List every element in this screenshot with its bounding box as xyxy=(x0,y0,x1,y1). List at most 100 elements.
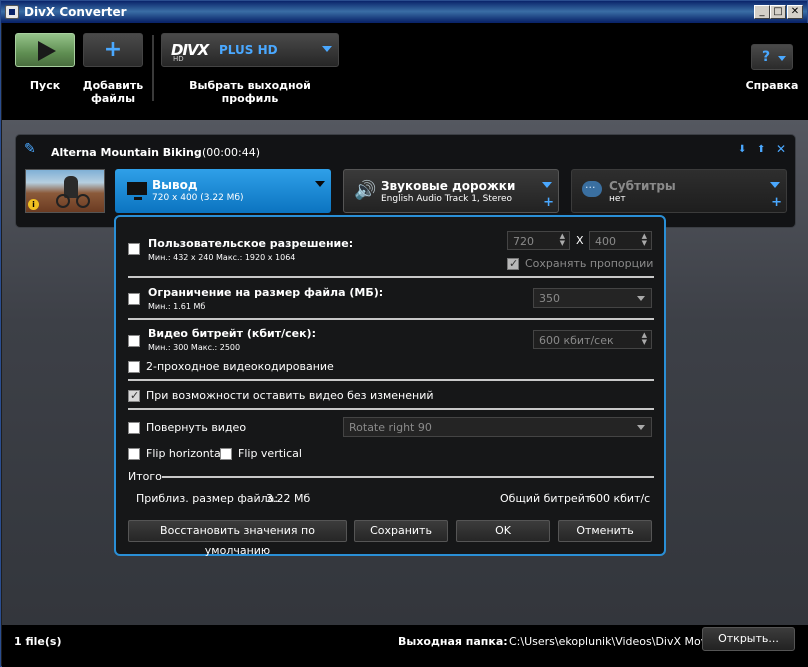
tab-audio[interactable]: 🔊 Звуковые дорожки English Audio Track 1… xyxy=(343,169,559,213)
chevron-down-icon xyxy=(770,182,780,188)
height-input[interactable]: 400 ▲ ▼ xyxy=(589,231,652,250)
custom-resolution-label: Пользовательское разрешение: xyxy=(148,237,354,250)
app-icon xyxy=(5,5,19,19)
rotate-checkbox[interactable] xyxy=(128,422,140,434)
add-files-button[interactable]: + xyxy=(83,33,143,67)
close-button[interactable]: ✕ xyxy=(787,5,803,19)
rotate-select[interactable]: Rotate right 90 xyxy=(343,417,652,437)
add-files-label-1: Добавить xyxy=(82,79,144,92)
size-limit-select[interactable]: 350 xyxy=(533,288,652,308)
help-label: Справка xyxy=(745,79,799,92)
profile-label: Выбрать выходной профиль xyxy=(189,79,311,105)
remove-icon[interactable]: ✕ xyxy=(776,142,786,156)
spinner-icon[interactable]: ▲ ▼ xyxy=(642,233,647,247)
file-count: 1 file(s) xyxy=(14,635,62,648)
plus-icon: + xyxy=(103,37,123,62)
pencil-icon[interactable]: ✎ xyxy=(24,141,36,157)
cancel-button[interactable]: Отменить xyxy=(558,520,652,542)
divider xyxy=(162,476,654,478)
divider xyxy=(128,379,654,381)
chevron-down-icon xyxy=(637,296,645,301)
size-limit-hint: Мин.: 1.61 Мб xyxy=(148,302,206,311)
chevron-down-icon xyxy=(637,425,645,430)
play-icon xyxy=(38,41,56,61)
ok-button[interactable]: OK xyxy=(456,520,550,542)
chevron-down-icon xyxy=(322,46,332,52)
divider xyxy=(128,318,654,320)
divider xyxy=(128,408,654,410)
speaker-icon: 🔊 xyxy=(354,180,377,201)
toolbar: Пуск + Добавить файлы DIVX HD PLUS HD Вы… xyxy=(2,23,808,120)
keep-unchanged-checkbox[interactable] xyxy=(128,389,140,402)
total-bitrate-label: Общий битрейт: xyxy=(500,492,595,505)
info-icon[interactable]: i xyxy=(28,199,39,210)
help-icon: ? xyxy=(762,49,771,65)
tab-output-label: Вывод xyxy=(152,178,198,192)
play-label: Пуск xyxy=(29,79,61,92)
tab-output-sub: 720 x 400 (3.22 Мб) xyxy=(152,193,244,203)
flip-vertical-checkbox[interactable] xyxy=(220,448,232,460)
two-pass-label: 2-проходное видеокодирование xyxy=(146,360,334,373)
output-profile-dropdown[interactable]: DIVX HD PLUS HD xyxy=(161,33,339,67)
size-limit-label: Ограничение на размер файла (МБ): xyxy=(148,286,384,299)
chevron-down-icon xyxy=(778,56,786,61)
spinner-icon[interactable]: ▲ ▼ xyxy=(642,332,647,346)
move-top-icon[interactable]: ⬆ xyxy=(757,144,765,155)
title-bar: DivX Converter _ □ ✕ xyxy=(1,1,807,23)
play-button[interactable] xyxy=(15,33,75,67)
chevron-down-icon xyxy=(542,182,552,188)
keep-aspect-checkbox[interactable] xyxy=(507,257,519,270)
add-audio-icon[interactable]: + xyxy=(543,195,554,210)
chevron-down-icon xyxy=(315,181,325,187)
video-thumbnail[interactable]: i xyxy=(25,169,105,213)
minimize-button[interactable]: _ xyxy=(754,5,770,19)
tab-subtitles-sub: нет xyxy=(609,194,626,204)
window-title: DivX Converter xyxy=(24,5,127,19)
maximize-button[interactable]: □ xyxy=(770,5,786,19)
spinner-icon[interactable]: ▲ ▼ xyxy=(560,233,565,247)
size-limit-checkbox[interactable] xyxy=(128,293,140,305)
keep-unchanged-label: При возможности оставить видео без измен… xyxy=(146,389,434,402)
flip-vertical-label: Flip vertical xyxy=(238,447,302,460)
job-title: Alterna Mountain Biking xyxy=(51,146,202,159)
profile-name: PLUS HD xyxy=(219,43,278,57)
bitrate-checkbox[interactable] xyxy=(128,335,140,347)
save-button[interactable]: Сохранить xyxy=(354,520,448,542)
output-folder-path: C:\Users\ekoplunik\Videos\DivX Movies xyxy=(509,635,723,648)
tab-subtitles[interactable]: Субтитры нет + xyxy=(571,169,787,213)
job-panel: ✎ Alterna Mountain Biking (00:00:44) ⬇ ⬆… xyxy=(15,134,796,228)
reset-defaults-button[interactable]: Восстановить значения по умолчанию xyxy=(128,520,347,557)
toolbar-divider xyxy=(152,35,154,101)
rotate-label: Повернуть видео xyxy=(146,421,247,434)
add-subtitle-icon[interactable]: + xyxy=(771,195,782,210)
job-duration: (00:00:44) xyxy=(202,146,260,159)
bitrate-label: Видео битрейт (кбит/сек): xyxy=(148,327,316,340)
help-button[interactable]: ? xyxy=(751,44,793,70)
flip-horizontal-checkbox[interactable] xyxy=(128,448,140,460)
two-pass-checkbox[interactable] xyxy=(128,361,140,373)
hd-logo-text: HD xyxy=(173,55,184,63)
tab-audio-sub: English Audio Track 1, Stereo xyxy=(381,194,512,204)
tab-output[interactable]: Вывод 720 x 400 (3.22 Мб) xyxy=(115,169,331,213)
custom-resolution-checkbox[interactable] xyxy=(128,243,140,255)
flip-horizontal-label: Flip horizontal xyxy=(146,447,224,460)
app-window: DivX Converter _ □ ✕ Пуск + Добавить фай… xyxy=(0,0,808,667)
divider xyxy=(128,276,654,278)
estimated-size-label: Приблиз. размер файла: xyxy=(136,492,279,505)
bitrate-hint: Мин.: 300 Макс.: 2500 xyxy=(148,343,241,352)
custom-resolution-hint: Мин.: 432 x 240 Макс.: 1920 x 1064 xyxy=(148,253,296,262)
keep-aspect-label: Сохранять пропорции xyxy=(525,257,654,270)
open-folder-button[interactable]: Открыть... xyxy=(702,627,795,651)
resolution-separator: X xyxy=(576,234,584,247)
width-input[interactable]: 720 ▲ ▼ xyxy=(507,231,570,250)
summary-title: Итого xyxy=(128,470,162,483)
bitrate-input[interactable]: 600 кбит/сек ▲ ▼ xyxy=(533,330,652,349)
status-bar: 1 file(s) Выходная папка: C:\Users\ekopl… xyxy=(2,625,808,667)
move-bottom-icon[interactable]: ⬇ xyxy=(738,144,746,155)
tab-audio-label: Звуковые дорожки xyxy=(381,179,516,193)
subtitle-icon xyxy=(582,181,602,197)
add-files-label-2: файлы xyxy=(90,92,136,105)
estimated-size-value: 3.22 Мб xyxy=(266,492,311,505)
monitor-icon xyxy=(127,182,147,200)
output-settings-dialog: Пользовательское разрешение: Мин.: 432 x… xyxy=(114,215,666,557)
